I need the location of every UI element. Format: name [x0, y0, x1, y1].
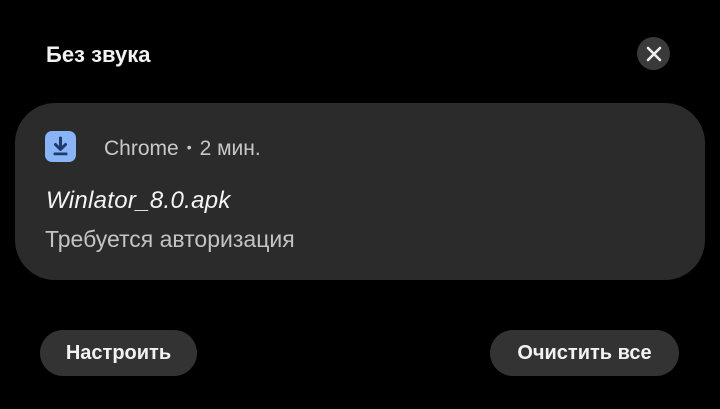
notification-card[interactable]: Chrome • 2 мин. Winlator_8.0.apk Требуется…	[15, 103, 705, 280]
download-icon	[45, 131, 76, 162]
meta-separator: •	[186, 139, 192, 155]
clear-all-button[interactable]: Очистить все	[490, 330, 679, 376]
close-button[interactable]	[637, 37, 670, 70]
silent-section-title: Без звука	[46, 42, 151, 67]
notification-text: Требуется авторизация	[45, 226, 295, 252]
notification-shade: Без звука Chrome • 2 мин. Winlator_8.0.apk…	[0, 0, 720, 409]
app-name: Chrome	[104, 137, 179, 160]
notification-meta: Chrome • 2 мин.	[104, 133, 261, 163]
close-icon	[646, 46, 662, 62]
configure-button[interactable]: Настроить	[40, 330, 197, 376]
notification-time: 2 мин.	[199, 137, 261, 160]
notification-title: Winlator_8.0.apk	[46, 187, 231, 214]
